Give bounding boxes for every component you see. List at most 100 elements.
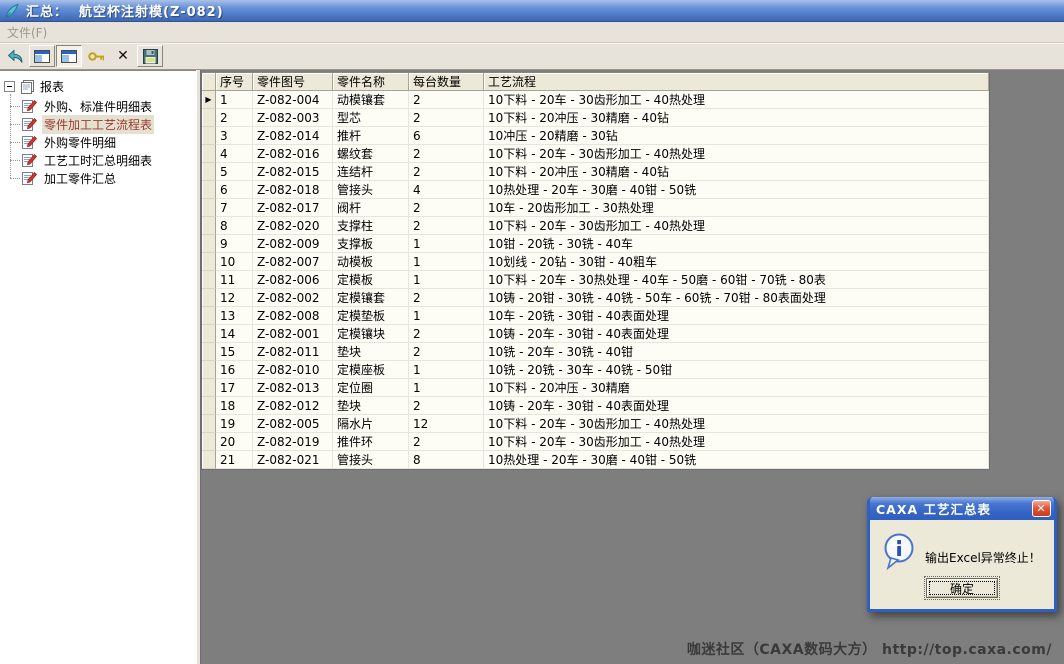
table-cell[interactable]: 型芯 (333, 109, 409, 127)
table-cell[interactable]: 推件环 (333, 433, 409, 451)
table-cell[interactable]: 11 (216, 271, 253, 289)
table-cell[interactable]: Z-082-012 (253, 397, 333, 415)
table-cell[interactable]: 管接头 (333, 181, 409, 199)
row-selector[interactable] (202, 397, 216, 415)
table-cell[interactable]: Z-082-014 (253, 127, 333, 145)
table-row[interactable]: 9Z-082-009支撑板110钳 - 20铣 - 30铣 - 40车 (202, 235, 989, 253)
table-cell[interactable]: 垫块 (333, 343, 409, 361)
table-cell[interactable]: Z-082-016 (253, 145, 333, 163)
row-selector[interactable] (202, 127, 216, 145)
table-cell[interactable]: 连结杆 (333, 163, 409, 181)
table-row[interactable]: 19Z-082-005隔水片1210下料 - 20车 - 30齿形加工 - 40… (202, 415, 989, 433)
row-selector[interactable] (202, 379, 216, 397)
table-cell[interactable]: 支撑板 (333, 235, 409, 253)
table-cell[interactable]: 定模座板 (333, 361, 409, 379)
key-button[interactable] (83, 45, 109, 67)
table-cell[interactable]: 1 (409, 235, 484, 253)
tree-item-1[interactable]: 零件加工工艺流程表 (0, 115, 196, 133)
table-cell[interactable]: Z-082-002 (253, 289, 333, 307)
table-cell[interactable]: 1 (409, 379, 484, 397)
row-selector[interactable] (202, 361, 216, 379)
table-cell[interactable]: 10车 - 20齿形加工 - 30热处理 (484, 199, 989, 217)
tree-item-2[interactable]: 外购零件明细 (0, 133, 196, 151)
table-cell[interactable]: 管接头 (333, 451, 409, 469)
table-cell[interactable]: 10铣 - 20铣 - 30车 - 40铣 - 50钳 (484, 361, 989, 379)
table-row[interactable]: 8Z-082-020支撑柱210下料 - 20车 - 30齿形加工 - 40热处… (202, 217, 989, 235)
row-selector[interactable] (202, 289, 216, 307)
table-cell[interactable]: 14 (216, 325, 253, 343)
table-cell[interactable]: 15 (216, 343, 253, 361)
row-selector[interactable] (202, 235, 216, 253)
table-row[interactable]: 18Z-082-012垫块210铸 - 20车 - 30钳 - 40表面处理 (202, 397, 989, 415)
row-selector[interactable] (202, 343, 216, 361)
table-cell[interactable]: Z-082-006 (253, 271, 333, 289)
column-header-2[interactable]: 零件名称 (333, 73, 409, 91)
table-cell[interactable]: 推杆 (333, 127, 409, 145)
table-row[interactable]: 17Z-082-013定位圈110下料 - 20冲压 - 30精磨 (202, 379, 989, 397)
table-cell[interactable]: 21 (216, 451, 253, 469)
table-cell[interactable]: 2 (409, 397, 484, 415)
table-cell[interactable]: Z-082-021 (253, 451, 333, 469)
table-cell[interactable]: Z-082-009 (253, 235, 333, 253)
table-cell[interactable]: 定位圈 (333, 379, 409, 397)
table-cell[interactable]: 7 (216, 199, 253, 217)
table-cell[interactable]: 10划线 - 20钻 - 30钳 - 40粗车 (484, 253, 989, 271)
row-selector[interactable] (202, 325, 216, 343)
table-cell[interactable]: 2 (409, 343, 484, 361)
table-cell[interactable]: 10车 - 20铣 - 30钳 - 40表面处理 (484, 307, 989, 325)
table-cell[interactable]: 隔水片 (333, 415, 409, 433)
table-cell[interactable]: 10下料 - 20冲压 - 30精磨 - 40钻 (484, 109, 989, 127)
table-row[interactable]: 20Z-082-019推件环210下料 - 20车 - 30齿形加工 - 40热… (202, 433, 989, 451)
table-cell[interactable]: 10钳 - 20铣 - 30铣 - 40车 (484, 235, 989, 253)
table-cell[interactable]: Z-082-013 (253, 379, 333, 397)
collapse-minus-icon[interactable] (4, 81, 15, 92)
table-cell[interactable]: 10下料 - 20车 - 30齿形加工 - 40热处理 (484, 145, 989, 163)
dialog-close-button[interactable]: ✕ (1032, 500, 1051, 517)
row-selector[interactable] (202, 109, 216, 127)
table-cell[interactable]: 18 (216, 397, 253, 415)
table-row[interactable]: 6Z-082-018管接头410热处理 - 20车 - 30磨 - 40钳 - … (202, 181, 989, 199)
table-row[interactable]: 13Z-082-008定模垫板110车 - 20铣 - 30钳 - 40表面处理 (202, 307, 989, 325)
table-cell[interactable]: Z-082-004 (253, 91, 333, 109)
table-cell[interactable]: 2 (216, 109, 253, 127)
row-selector[interactable] (202, 163, 216, 181)
row-selector[interactable] (202, 307, 216, 325)
row-selector[interactable] (202, 145, 216, 163)
table-row[interactable]: 16Z-082-010定模座板110铣 - 20铣 - 30车 - 40铣 - … (202, 361, 989, 379)
table-cell[interactable]: Z-082-005 (253, 415, 333, 433)
table-row[interactable]: 10Z-082-007动模板110划线 - 20钻 - 30钳 - 40粗车 (202, 253, 989, 271)
table-cell[interactable]: Z-082-019 (253, 433, 333, 451)
table-cell[interactable]: 10下料 - 20车 - 30齿形加工 - 40热处理 (484, 217, 989, 235)
row-selector[interactable] (202, 415, 216, 433)
table-cell[interactable]: 9 (216, 235, 253, 253)
table-cell[interactable]: 1 (409, 307, 484, 325)
table-cell[interactable]: Z-082-007 (253, 253, 333, 271)
tree-root[interactable]: 报表 (4, 77, 196, 96)
table-cell[interactable]: 10铸 - 20钳 - 30铣 - 40铣 - 50车 - 60铣 - 70钳 … (484, 289, 989, 307)
table-cell[interactable]: 10铣 - 20车 - 30铣 - 40钳 (484, 343, 989, 361)
table-cell[interactable]: 螺纹套 (333, 145, 409, 163)
table-cell[interactable]: 6 (409, 127, 484, 145)
table-cell[interactable]: 10热处理 - 20车 - 30磨 - 40钳 - 50铣 (484, 451, 989, 469)
table-row[interactable]: 7Z-082-017阀杆210车 - 20齿形加工 - 30热处理 (202, 199, 989, 217)
table-cell[interactable]: 2 (409, 199, 484, 217)
row-selector[interactable]: ▶ (202, 91, 216, 109)
table-cell[interactable]: 2 (409, 325, 484, 343)
table-cell[interactable]: 动模板 (333, 253, 409, 271)
table-cell[interactable]: 4 (409, 181, 484, 199)
table-cell[interactable]: 2 (409, 163, 484, 181)
column-header-1[interactable]: 零件图号 (253, 73, 333, 91)
layout-view-button[interactable] (29, 45, 55, 67)
table-row[interactable]: 5Z-082-015连结杆210下料 - 20冲压 - 30精磨 - 40钻 (202, 163, 989, 181)
report-view-button[interactable] (56, 45, 82, 67)
table-row[interactable]: ▶1Z-082-004动模镶套210下料 - 20车 - 30齿形加工 - 40… (202, 91, 989, 109)
table-cell[interactable]: 4 (216, 145, 253, 163)
table-row[interactable]: 12Z-082-002定模镶套210铸 - 20钳 - 30铣 - 40铣 - … (202, 289, 989, 307)
table-cell[interactable]: Z-082-020 (253, 217, 333, 235)
tree-item-3[interactable]: 工艺工时汇总明细表 (0, 151, 196, 169)
table-row[interactable]: 3Z-082-014推杆610冲压 - 20精磨 - 30钻 (202, 127, 989, 145)
table-cell[interactable]: 6 (216, 181, 253, 199)
tree-item-4[interactable]: 加工零件汇总 (0, 169, 196, 187)
table-cell[interactable]: 10下料 - 20车 - 30齿形加工 - 40热处理 (484, 433, 989, 451)
table-cell[interactable]: 定模板 (333, 271, 409, 289)
